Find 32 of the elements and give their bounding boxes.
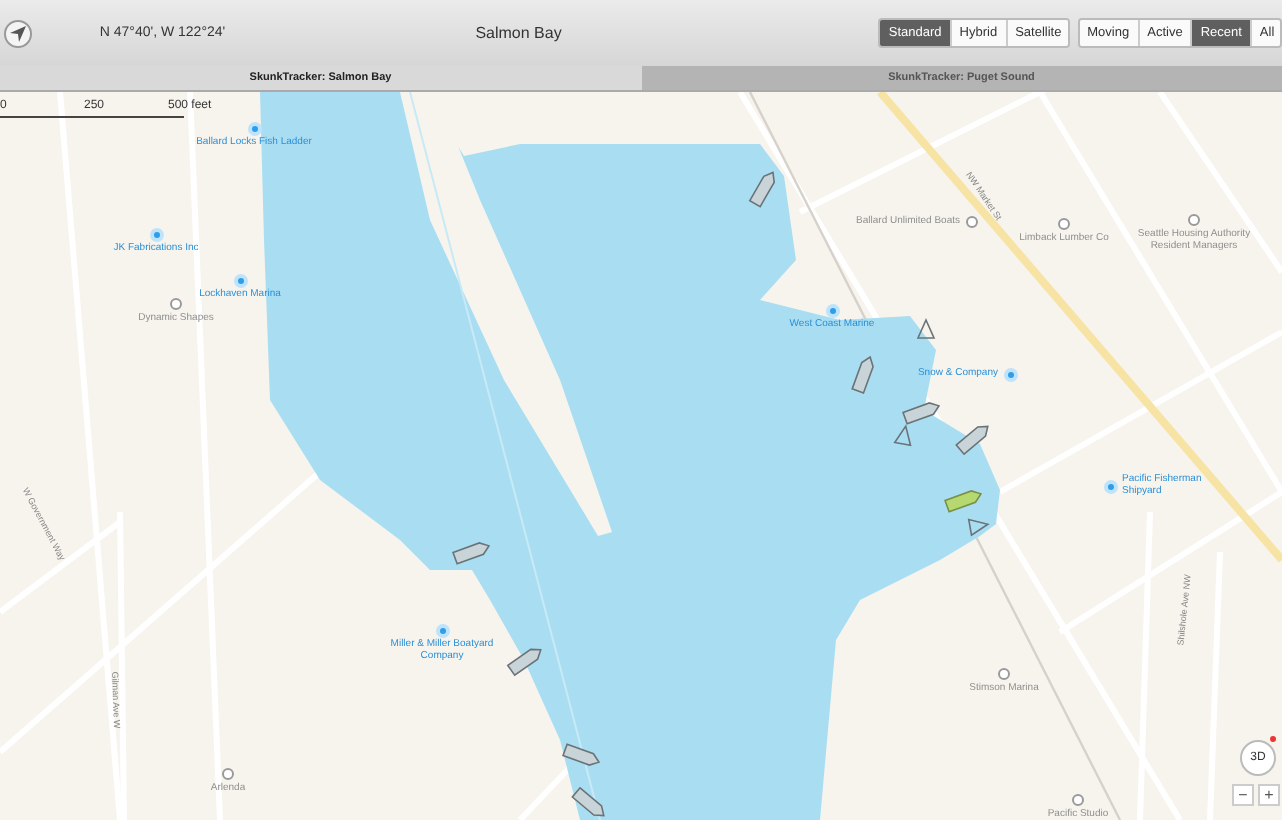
place-pin-icon[interactable] <box>966 216 978 228</box>
zoom-in-button[interactable]: + <box>1258 784 1280 806</box>
compass-marker-icon <box>1270 736 1276 742</box>
boat-icon[interactable] <box>902 402 941 425</box>
boat-icon[interactable] <box>944 490 983 513</box>
boat-icon[interactable] <box>562 743 601 766</box>
place-pin-icon[interactable] <box>1072 794 1084 806</box>
business-pin-icon[interactable] <box>1103 479 1117 493</box>
place-pin-icon[interactable] <box>1188 214 1200 226</box>
place-pin-icon[interactable] <box>1058 218 1070 230</box>
zoom-out-button[interactable]: − <box>1232 784 1254 806</box>
business-pin-icon[interactable] <box>825 303 839 317</box>
boat-icon[interactable] <box>571 786 605 817</box>
business-pin-icon[interactable] <box>1003 367 1017 381</box>
boat-icon[interactable] <box>748 171 776 208</box>
boat-icon[interactable] <box>452 542 491 565</box>
boat-icon[interactable] <box>851 355 874 394</box>
sailboat-icon[interactable] <box>967 518 990 537</box>
boat-icon[interactable] <box>955 425 989 456</box>
window-title: Salmon Bay <box>475 24 564 42</box>
sailboat-icon[interactable] <box>916 318 936 339</box>
location-arrow-icon <box>7 23 28 43</box>
business-pin-icon[interactable] <box>149 227 163 241</box>
place-pin-icon[interactable] <box>998 668 1010 680</box>
business-pin-icon[interactable] <box>435 623 449 637</box>
place-pin-icon[interactable] <box>222 768 234 780</box>
location-button[interactable] <box>4 19 32 47</box>
boat-icon[interactable] <box>506 648 542 677</box>
business-pin-icon[interactable] <box>247 121 261 135</box>
business-pin-icon[interactable] <box>233 273 247 287</box>
sailboat-icon[interactable] <box>893 424 912 447</box>
place-pin-icon[interactable] <box>170 298 182 310</box>
